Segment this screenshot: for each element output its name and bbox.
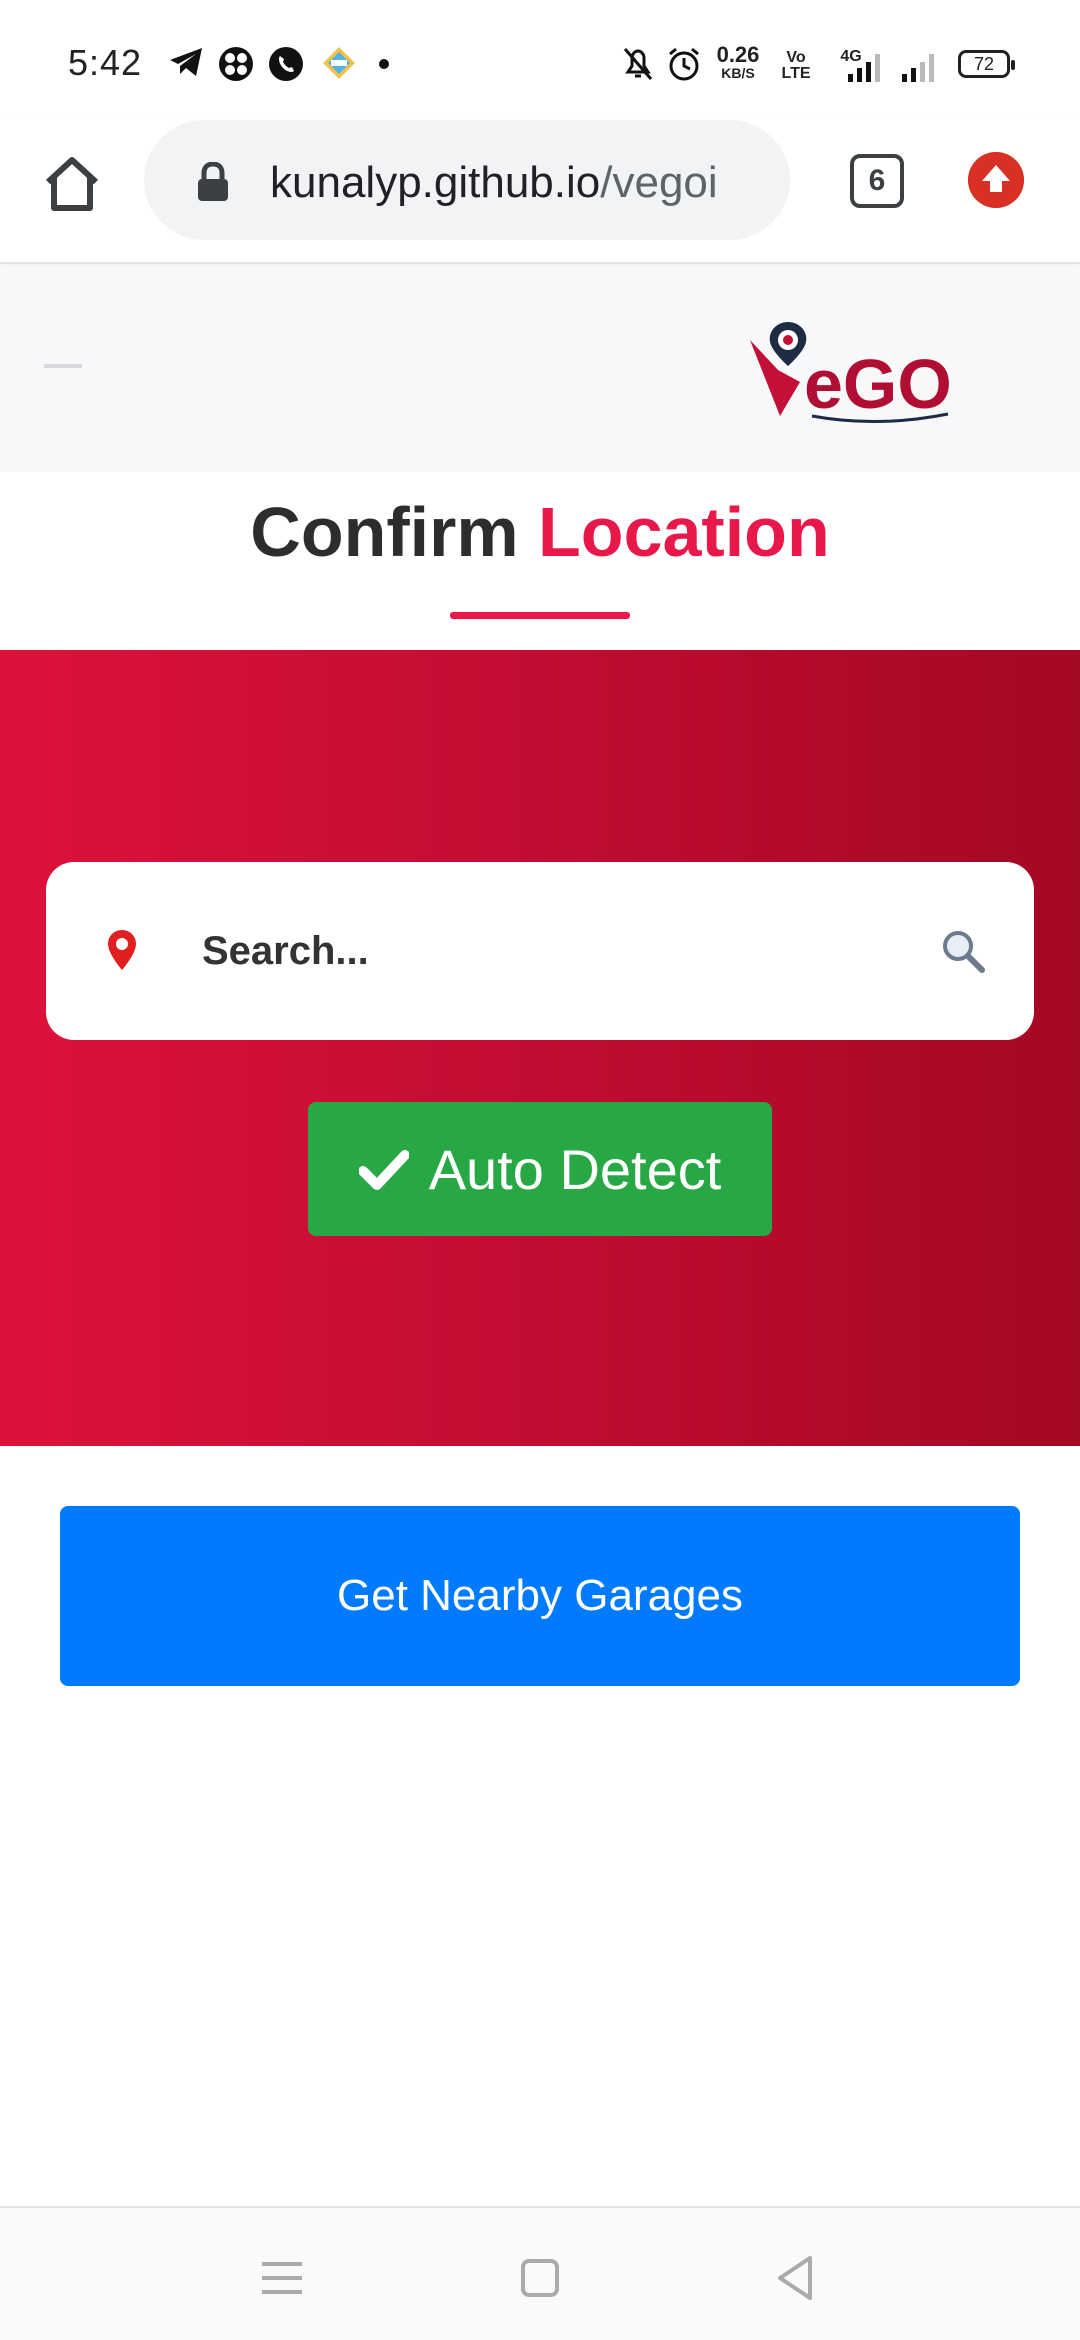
title-underline bbox=[450, 612, 630, 619]
home-nav-icon[interactable] bbox=[510, 2248, 570, 2308]
update-icon[interactable] bbox=[968, 152, 1024, 208]
page-title-section: Confirm Location bbox=[0, 472, 1080, 650]
status-time: 5:42 bbox=[68, 42, 143, 83]
auto-detect-label: Auto Detect bbox=[428, 1137, 722, 1201]
lock-icon bbox=[198, 162, 228, 201]
network-speed: 0.26 KB/S bbox=[712, 42, 764, 82]
volte-indicator: Vo LTE bbox=[781, 49, 811, 82]
url-domain: kunalyp.github.io bbox=[270, 158, 601, 207]
mute-bell-icon bbox=[623, 48, 653, 80]
title-part-confirm: Confirm bbox=[250, 493, 519, 571]
tab-switcher-button[interactable]: 6 bbox=[850, 154, 904, 208]
location-search-input[interactable] bbox=[202, 918, 942, 984]
title-part-location: Location bbox=[538, 493, 830, 571]
map-pin-icon bbox=[108, 930, 136, 970]
page-title: Confirm Location bbox=[0, 492, 1080, 572]
url-text: kunalyp.github.io/vegoi bbox=[270, 158, 770, 208]
location-hero: Auto Detect bbox=[0, 650, 1080, 1446]
whatsapp-icon bbox=[269, 47, 303, 81]
alarm-icon bbox=[669, 47, 699, 81]
auto-detect-button[interactable]: Auto Detect bbox=[308, 1102, 772, 1236]
more-notifications-icon bbox=[379, 59, 389, 69]
browser-toolbar: kunalyp.github.io/vegoi 6 bbox=[0, 116, 1080, 264]
url-path: /vegoi bbox=[600, 158, 718, 207]
check-icon bbox=[358, 1150, 409, 1190]
home-icon[interactable] bbox=[40, 152, 104, 216]
battery-indicator: 72 bbox=[958, 50, 1015, 78]
status-bar: 5:42 0.26 KB/S Vo LTE 4G 72 bbox=[0, 0, 1080, 116]
location-search-box bbox=[46, 862, 1034, 1040]
network-speed-value: 0.26 bbox=[716, 42, 760, 67]
page: 5:42 0.26 KB/S Vo LTE 4G 72 kunalyp.gith… bbox=[0, 0, 1080, 2340]
telegram-icon bbox=[170, 48, 202, 76]
menu-toggle-button[interactable] bbox=[44, 364, 82, 368]
vego-logo[interactable]: eGO bbox=[748, 320, 988, 430]
signal-1-icon bbox=[848, 54, 880, 82]
diamond-app-icon bbox=[323, 47, 355, 79]
logo-text: eGO bbox=[804, 345, 952, 423]
signal-2-icon bbox=[902, 54, 934, 82]
app-icon bbox=[219, 47, 253, 81]
address-bar[interactable]: kunalyp.github.io/vegoi bbox=[144, 120, 790, 240]
back-icon[interactable] bbox=[766, 2248, 826, 2308]
get-nearby-garages-button[interactable]: Get Nearby Garages bbox=[60, 1506, 1020, 1686]
system-navigation-bar bbox=[0, 2206, 1080, 2340]
site-header: eGO bbox=[0, 266, 1080, 472]
search-icon[interactable] bbox=[940, 928, 986, 974]
recent-apps-icon[interactable] bbox=[252, 2248, 312, 2308]
